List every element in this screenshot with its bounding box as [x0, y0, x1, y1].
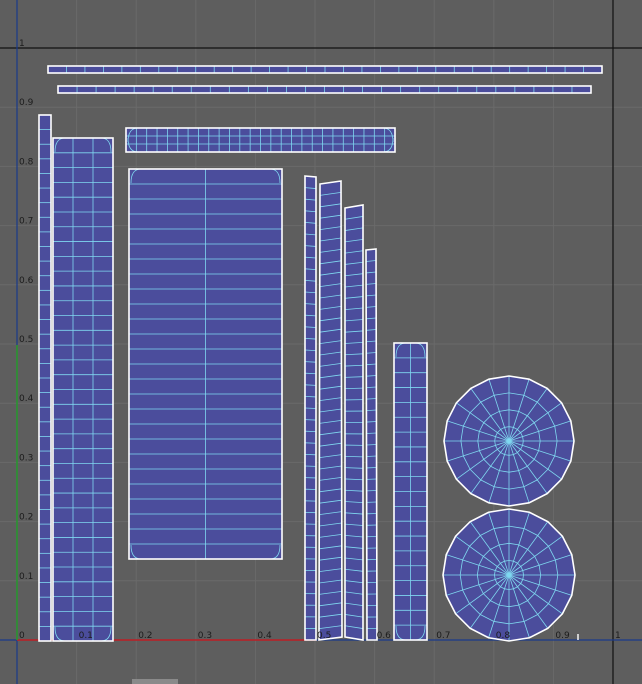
uv-shell-narrow-1-wire-row: [304, 407, 317, 409]
x-tick-label: 1: [615, 631, 621, 641]
uv-shell-strip-top: [47, 65, 603, 74]
y-tick-label: 1: [19, 39, 25, 49]
uv-shell-narrow-1: [304, 175, 317, 641]
x-tick-label: 0.5: [317, 631, 331, 641]
uv-shell-narrow-4-wire-row: [366, 421, 377, 423]
scroll-tab[interactable]: [132, 679, 178, 684]
y-tick-label: 0.9: [19, 98, 34, 108]
uv-shell-disc-bottom: [442, 508, 576, 642]
y-tick-label: 0.7: [19, 217, 33, 227]
uv-shell-large-panel: [128, 168, 283, 560]
x-tick-label: 0.1: [79, 631, 93, 641]
uv-shell-short-strip: [393, 342, 428, 641]
uv-shell-tall-thin: [38, 114, 52, 642]
y-tick-label: 0.3: [19, 453, 33, 463]
uv-shell-tall-wide: [52, 137, 114, 642]
uv-shell-narrow-4-wire-row: [366, 444, 377, 446]
x-tick-label: 0.9: [555, 631, 570, 641]
y-tick-label: 0.5: [19, 335, 33, 345]
x-tick-label: 0.2: [138, 631, 152, 641]
uv-shell-narrow-1-wire-row: [304, 396, 317, 398]
y-tick-label: 0.1: [19, 572, 33, 582]
uv-shell-strip-second: [57, 85, 592, 94]
y-tick-label: 0.8: [19, 157, 34, 167]
uv-shell-disc-bottom-center: [507, 573, 511, 577]
uv-shell-narrow-3: [344, 204, 364, 641]
y-tick-label: 0.4: [19, 394, 34, 404]
uv-grid-canvas[interactable]: 0 0.1 0.2 0.3 0.4 0.5 0.6 0.7 0.8 0.9 1 0.1 0.2 0.3 0.…: [0, 0, 642, 684]
uv-shell-narrow-1-wire-row: [304, 384, 317, 386]
uv-shell-disc-top-center: [507, 439, 511, 443]
uv-shell-narrow-4: [365, 248, 378, 641]
y-tick-label: 0.2: [19, 513, 33, 523]
uv-shell-disc-top: [443, 375, 575, 507]
y-tick-label: 0.6: [19, 276, 34, 286]
x-tick-label: 0.6: [377, 631, 392, 641]
uv-shell-narrow-2: [318, 180, 343, 641]
x-tick-label: 0.8: [496, 631, 511, 641]
uv-editor-viewport[interactable]: 0 0.1 0.2 0.3 0.4 0.5 0.6 0.7 0.8 0.9 1 0.1 0.2 0.3 0.…: [0, 0, 642, 684]
uv-shell-narrow-4-wire-row: [366, 432, 377, 434]
x-tick-label: 0.3: [198, 631, 212, 641]
x-tick-label: 0.7: [436, 631, 450, 641]
x-tick-label: 0.4: [257, 631, 272, 641]
uv-shell-horizontal-strip: [125, 127, 396, 153]
x-tick-label: 0: [19, 631, 25, 641]
